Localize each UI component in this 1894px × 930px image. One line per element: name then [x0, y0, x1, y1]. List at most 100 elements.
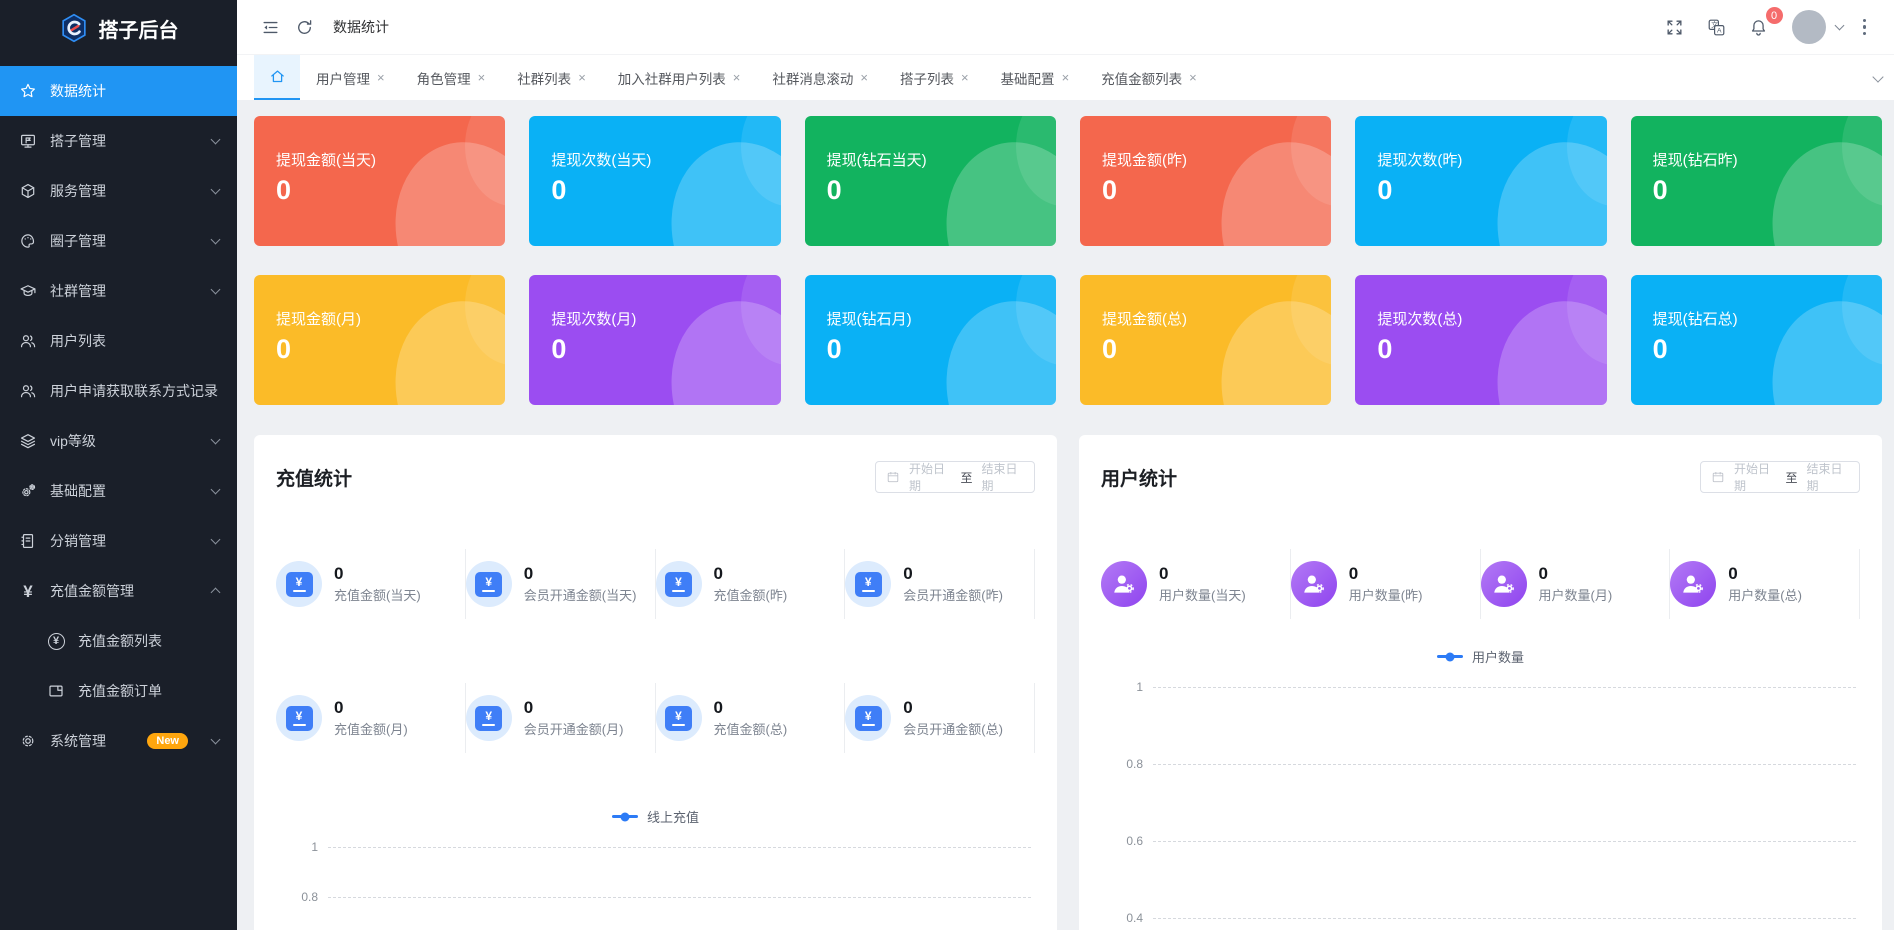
tab[interactable]: 社群列表 × [501, 55, 602, 100]
notifications-bell-icon[interactable]: 0 [1742, 10, 1776, 44]
stat-value: 0 [714, 698, 788, 718]
card-label: 提现次数(总) [1377, 308, 1606, 329]
sidebar-item-label: 服务管理 [50, 181, 106, 201]
stat-item: ¥0 充值金额(昨) [656, 549, 846, 619]
stat-item: ¥0充值金额(总) [656, 683, 846, 753]
y-axis-tick: 0.8 [276, 890, 318, 904]
stat-text: 0会员开通金额(月) [524, 698, 624, 739]
breadcrumb: 数据统计 [333, 17, 389, 37]
card-label: 提现(钻石当天) [827, 149, 1056, 170]
topbar-right: 文 A 0 [1658, 10, 1874, 44]
tab-close-icon[interactable]: × [860, 70, 868, 85]
tabbar-overflow-chevron-icon[interactable] [1872, 71, 1883, 82]
stat-label: 用户数量(当天) [1159, 587, 1246, 605]
tab-close-icon[interactable]: × [578, 70, 586, 85]
chevron-down-icon[interactable] [1834, 21, 1844, 31]
home-icon [269, 68, 286, 85]
yen-billing-icon: ¥ [845, 695, 891, 741]
sidebar-item-label: vip等级 [50, 431, 96, 451]
sidebar-item[interactable]: 充值金额订单 [0, 666, 237, 716]
tab[interactable]: 基础配置× [985, 55, 1086, 100]
stat-text: 0 充值金额(昨) [714, 564, 788, 605]
stat-value: 0 [524, 698, 624, 718]
y-axis-tick: 0.4 [1101, 911, 1143, 925]
collapse-sidebar-icon[interactable] [253, 10, 287, 44]
sidebar: 搭子后台 数据统计搭子管理服务管理圈子管理社群管理用户列表用户申请获取联系方式记… [0, 0, 237, 930]
tab-close-icon[interactable]: × [1189, 70, 1197, 85]
recharge-panel: 充值统计 开始日期 至 结束日期 ¥0充值金额(当天)¥0会员开通金额(当天)¥… [254, 435, 1057, 930]
board-icon [18, 131, 38, 151]
translate-icon[interactable]: 文 A [1700, 10, 1734, 44]
chevron-down-icon [211, 235, 221, 245]
logo-icon [59, 13, 89, 43]
tab[interactable]: 用户管理 × [300, 55, 401, 100]
yen-billing-icon: ¥ [656, 561, 702, 607]
card-value: 0 [1653, 175, 1882, 206]
sidebar-item[interactable]: 用户申请获取联系方式记录 [0, 366, 237, 416]
more-options-icon[interactable] [1855, 13, 1874, 41]
tab[interactable]: 搭子列表× [884, 55, 985, 100]
stat-text: 0充值金额(当天) [334, 564, 421, 605]
user-gear-icon [1481, 561, 1527, 607]
card-label: 提现(钻石总) [1653, 308, 1882, 329]
sidebar-item[interactable]: 社群管理 [0, 266, 237, 316]
sidebar-item[interactable]: 数据统计 [0, 66, 237, 116]
yen-billing-icon: ¥ [276, 561, 322, 607]
gridline [328, 847, 1031, 848]
tab-label: 社群列表 [517, 68, 571, 88]
stat-value: 0 [1728, 564, 1802, 584]
stat-label: 充值金额(当天) [334, 587, 421, 605]
sidebar-item[interactable]: 用户列表 [0, 316, 237, 366]
stat-card: 提现次数(当天)0 [529, 116, 780, 246]
y-axis-tick: 0.8 [1101, 757, 1143, 771]
graduation-cap-icon [18, 281, 38, 301]
date-separator: 至 [1785, 469, 1797, 486]
card-label: 提现(钻石月) [827, 308, 1056, 329]
stat-label: 充值金额(昨) [714, 587, 788, 605]
fullscreen-icon[interactable] [1658, 10, 1692, 44]
sidebar-item[interactable]: 圈子管理 [0, 216, 237, 266]
tab-close-icon[interactable]: × [733, 70, 741, 85]
calendar-icon [886, 470, 900, 484]
avatar[interactable] [1792, 10, 1826, 44]
sidebar-item[interactable]: 服务管理 [0, 166, 237, 216]
refresh-icon[interactable] [287, 10, 321, 44]
stat-text: 0会员开通金额(当天) [524, 564, 637, 605]
sidebar-item[interactable]: 系统管理New [0, 716, 237, 766]
sidebar-item[interactable]: 基础配置 [0, 466, 237, 516]
tab[interactable]: 充值金额列表× [1085, 55, 1213, 100]
sidebar-item[interactable]: 分销管理 [0, 516, 237, 566]
tab-close-icon[interactable]: × [377, 70, 385, 85]
sidebar-item[interactable]: 搭子管理 [0, 116, 237, 166]
tab[interactable]: 加入社群用户列表 × [602, 55, 757, 100]
tab-close-icon[interactable]: × [478, 70, 486, 85]
chart-gridline-row: 0.8 [276, 888, 1035, 906]
sidebar-item[interactable]: ¥充值金额列表 [0, 616, 237, 666]
user-chart: 10.80.60.4 [1101, 678, 1860, 927]
tab[interactable]: 社群消息滚动× [756, 55, 884, 100]
tab-home[interactable] [254, 55, 300, 100]
sidebar-item[interactable]: vip等级 [0, 416, 237, 466]
gear-icon [18, 731, 38, 751]
sidebar-item[interactable]: ¥充值金额管理 [0, 566, 237, 616]
calendar-icon [1711, 470, 1725, 484]
gridline [1153, 764, 1856, 765]
chevron-down-icon [211, 185, 221, 195]
card-value: 0 [1653, 334, 1882, 365]
stat-card: 提现金额(月)0 [254, 275, 505, 405]
tab-label: 用户管理 [316, 68, 370, 88]
tab-close-icon[interactable]: × [961, 70, 969, 85]
stat-value: 0 [714, 564, 788, 584]
date-range-picker[interactable]: 开始日期 至 结束日期 [1700, 461, 1860, 493]
stat-card: 提现(钻石总) 0 [1631, 275, 1882, 405]
tab[interactable]: 角色管理× [401, 55, 502, 100]
chart-gridline-row: 1 [276, 838, 1035, 856]
layers-icon [18, 431, 38, 451]
tab-label: 加入社群用户列表 [618, 68, 726, 88]
yen-billing-icon: ¥ [466, 561, 512, 607]
date-range-picker[interactable]: 开始日期 至 结束日期 [875, 461, 1035, 493]
stat-text: 0会员开通金额(昨) [903, 564, 1003, 605]
card-label: 提现金额(月) [276, 308, 505, 329]
tab-close-icon[interactable]: × [1062, 70, 1070, 85]
recharge-stats: ¥0充值金额(当天)¥0会员开通金额(当天)¥0充值金额(昨)¥0会员开通金额(… [276, 549, 1035, 753]
